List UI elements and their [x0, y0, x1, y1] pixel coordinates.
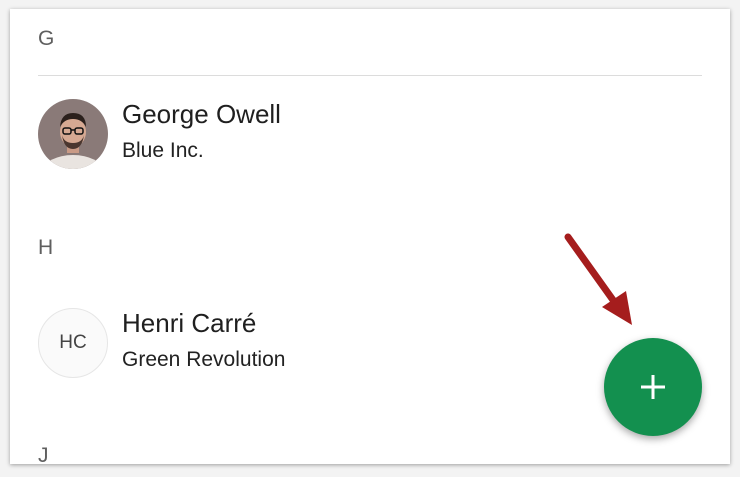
red-arrow-icon	[564, 233, 632, 325]
avatar	[38, 99, 108, 169]
section-header-g: G	[38, 27, 55, 50]
section-divider	[38, 75, 702, 76]
avatar-photo	[38, 99, 108, 169]
contact-name: George Owell	[122, 99, 281, 129]
contact-company: Blue Inc.	[122, 139, 204, 162]
contact-item-henri-carre[interactable]: HC Henri Carré Green Revolution	[38, 308, 598, 380]
avatar: HC	[38, 308, 108, 378]
contact-item-george-owell[interactable]: George Owell Blue Inc.	[38, 99, 598, 171]
plus-icon	[641, 375, 665, 399]
contact-name: Henri Carré	[122, 308, 257, 338]
section-header-j: J	[38, 444, 49, 464]
add-contact-button[interactable]	[604, 338, 702, 436]
contacts-list: G George Owell Blue Inc. H HC Henri Carr…	[10, 9, 730, 464]
section-header-h: H	[38, 236, 54, 259]
contact-company: Green Revolution	[122, 348, 286, 371]
